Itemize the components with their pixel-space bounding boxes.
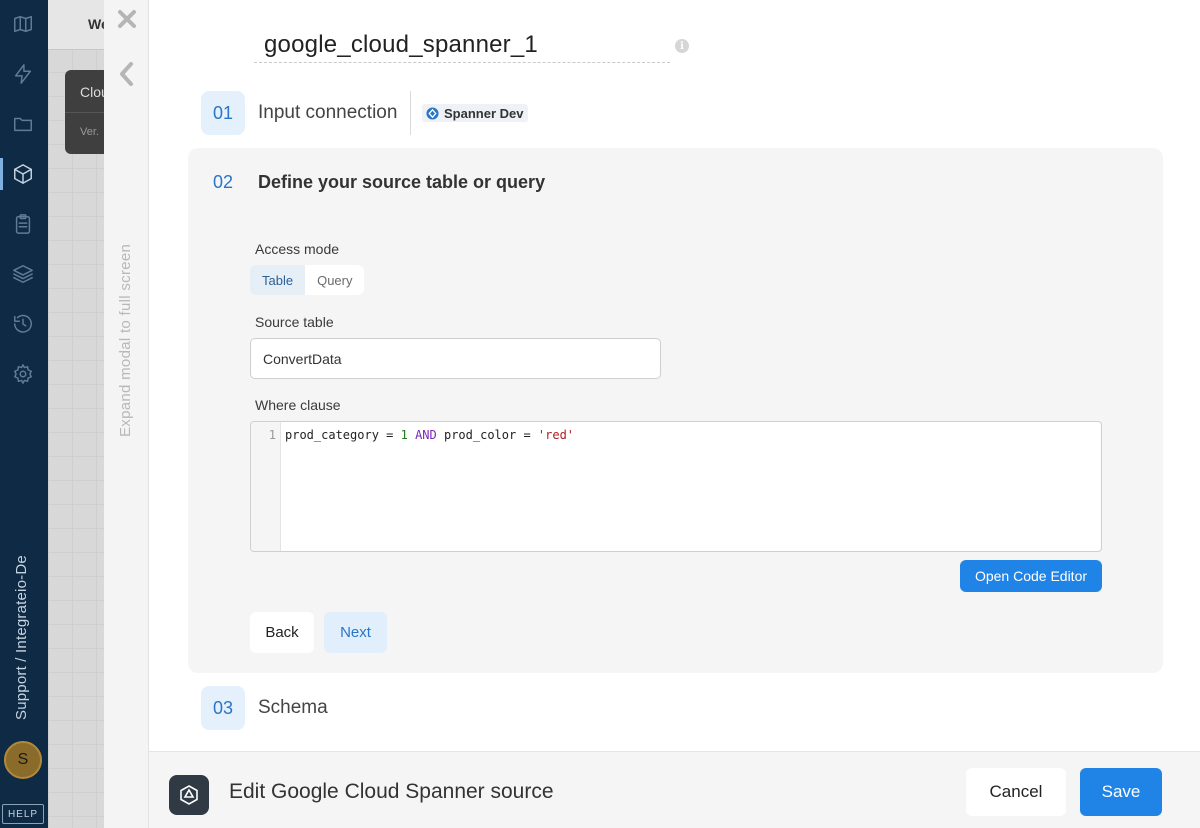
info-icon[interactable]: i bbox=[675, 39, 689, 53]
layers-icon[interactable] bbox=[11, 262, 35, 286]
folder-icon[interactable] bbox=[11, 112, 35, 136]
footer-title: Edit Google Cloud Spanner source bbox=[229, 780, 554, 803]
connection-badge[interactable]: Spanner Dev bbox=[422, 104, 529, 122]
access-mode-query[interactable]: Query bbox=[305, 265, 364, 295]
workspace-breadcrumb[interactable]: Support / Integrateio-De bbox=[13, 520, 30, 720]
cancel-button[interactable]: Cancel bbox=[966, 768, 1066, 816]
step-divider bbox=[410, 91, 411, 135]
close-icon[interactable] bbox=[116, 8, 138, 30]
open-code-editor-button[interactable]: Open Code Editor bbox=[960, 560, 1102, 592]
step-1-number[interactable]: 01 bbox=[201, 91, 245, 135]
code-token-string: 'red' bbox=[537, 428, 575, 442]
help-button[interactable]: HELP bbox=[2, 804, 44, 824]
component-name-field[interactable]: google_cloud_spanner_1 bbox=[254, 28, 670, 63]
step-1-label[interactable]: Input connection bbox=[258, 102, 397, 124]
modal-footer: Edit Google Cloud Spanner source Cancel … bbox=[149, 751, 1200, 828]
logo-icon[interactable] bbox=[11, 12, 35, 36]
avatar[interactable]: S bbox=[4, 741, 42, 779]
access-mode-toggle: Table Query bbox=[250, 265, 365, 295]
background-card-subtitle: Ver. bbox=[80, 126, 99, 138]
edit-source-modal: google_cloud_spanner_1 i 01 Input connec… bbox=[149, 0, 1200, 828]
clipboard-icon[interactable] bbox=[11, 212, 35, 236]
access-mode-label: Access mode bbox=[255, 241, 340, 257]
step-2-number[interactable]: 02 bbox=[201, 160, 245, 204]
history-icon[interactable] bbox=[11, 312, 35, 336]
editor-gutter: 1 bbox=[251, 422, 281, 551]
settings-icon[interactable] bbox=[11, 362, 35, 386]
chevron-left-icon[interactable] bbox=[116, 60, 138, 88]
where-clause-label: Where clause bbox=[255, 397, 341, 413]
save-button[interactable]: Save bbox=[1080, 768, 1162, 816]
step-3-number[interactable]: 03 bbox=[201, 686, 245, 730]
back-button[interactable]: Back bbox=[250, 612, 314, 653]
code-token-identifier: prod_category = bbox=[285, 428, 401, 442]
connection-name: Spanner Dev bbox=[444, 105, 524, 121]
component-name-value[interactable]: google_cloud_spanner_1 bbox=[264, 31, 538, 59]
line-number: 1 bbox=[268, 428, 276, 442]
spanner-logo-icon bbox=[169, 775, 209, 815]
lightning-icon[interactable] bbox=[11, 62, 35, 86]
code-token-number: 1 bbox=[400, 428, 408, 442]
code-token-identifier-2: prod_color = bbox=[436, 428, 538, 442]
step-3-label[interactable]: Schema bbox=[258, 697, 328, 719]
code-line[interactable]: prod_category = 1 AND prod_color = 'red' bbox=[285, 428, 574, 442]
source-table-label: Source table bbox=[255, 314, 334, 330]
source-table-input[interactable]: ConvertData bbox=[250, 338, 661, 379]
code-token-keyword: AND bbox=[415, 428, 437, 442]
active-indicator bbox=[0, 158, 3, 190]
spanner-icon bbox=[426, 106, 439, 120]
step-2-title: Define your source table or query bbox=[258, 172, 546, 192]
expand-modal-label[interactable]: Expand modal to full screen bbox=[117, 244, 134, 437]
where-clause-editor[interactable]: 1 prod_category = 1 AND prod_color = 're… bbox=[250, 421, 1102, 552]
next-button[interactable]: Next bbox=[324, 612, 387, 653]
package-icon[interactable] bbox=[11, 162, 35, 186]
access-mode-table[interactable]: Table bbox=[250, 265, 306, 295]
app-sidebar: Support / Integrateio-De S HELP bbox=[0, 0, 48, 828]
modal-rail: Expand modal to full screen bbox=[104, 0, 149, 828]
